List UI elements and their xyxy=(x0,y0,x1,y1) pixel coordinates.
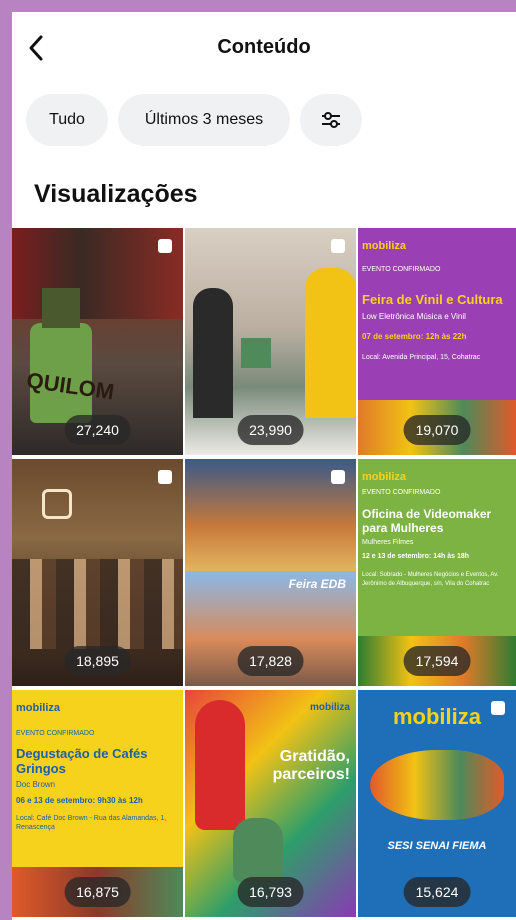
content-screen: Conteúdo Tudo Últimos 3 meses Visualizaç… xyxy=(12,12,516,920)
person-yellow-shirt xyxy=(305,268,356,418)
post-grid: QUILOM 27,240 23,990 mobiliza EVENTO CON… xyxy=(12,228,516,917)
view-count: 17,594 xyxy=(403,646,471,676)
gift-bag xyxy=(241,338,271,368)
poster-date: 12 e 13 de setembro: 14h às 18h xyxy=(362,553,469,560)
poster-subtitle: Doc Brown xyxy=(16,780,56,789)
mask-figure xyxy=(233,818,283,882)
sliders-icon xyxy=(322,112,340,128)
poster-subtitle: Low Eletrônica Música e Vinil xyxy=(362,312,466,321)
poster-subtitle: Mulheres Filmes xyxy=(362,539,414,546)
post-tile[interactable]: mobiliza EVENTO CONFIRMADO Oficina de Vi… xyxy=(358,459,516,686)
poster-location: Local: Avenida Principal, 15, Cohatrac xyxy=(362,354,481,361)
multiple-images-icon xyxy=(158,470,172,484)
poster-location: Local: Sobrado - Mulheres Negócios e Eve… xyxy=(362,572,499,587)
view-count: 27,240 xyxy=(64,415,131,445)
view-count: 16,793 xyxy=(237,877,304,907)
view-count: 17,828 xyxy=(237,646,304,676)
poster-brand: mobiliza xyxy=(309,702,350,713)
post-tile[interactable]: 23,990 xyxy=(185,228,356,455)
poster-headline: Oficina de Videomaker para Mulheres xyxy=(362,507,492,535)
view-count: 18,895 xyxy=(64,646,131,676)
view-count: 23,990 xyxy=(237,415,304,445)
multiple-images-icon xyxy=(158,239,172,253)
filter-settings-button[interactable] xyxy=(300,94,362,146)
view-count: 16,875 xyxy=(64,877,131,907)
poster-headline: Gratidão, parceiros! xyxy=(272,748,350,783)
poster-brand: mobiliza xyxy=(362,240,407,252)
fish-art xyxy=(370,750,504,820)
post-tile[interactable]: mobiliza Gratidão, parceiros! 16,793 xyxy=(185,690,356,917)
filter-all-chip[interactable]: Tudo xyxy=(26,94,108,146)
poster-badge: EVENTO CONFIRMADO xyxy=(16,730,95,737)
photo-caption: Feira EDB xyxy=(288,577,346,591)
post-tile[interactable]: QUILOM 27,240 xyxy=(12,228,183,455)
poster-sponsors: SESI SENAI FIEMA xyxy=(387,840,487,852)
multiple-images-icon xyxy=(331,470,345,484)
post-tile[interactable]: Feira EDB 17,828 xyxy=(185,459,356,686)
post-tile[interactable]: 18,895 xyxy=(12,459,183,686)
person-dark xyxy=(193,288,233,418)
poster-brand: mobiliza xyxy=(362,471,407,483)
filter-bar: Tudo Últimos 3 meses xyxy=(26,94,362,146)
filter-period-chip[interactable]: Últimos 3 meses xyxy=(118,94,290,146)
poster-badge: EVENTO CONFIRMADO xyxy=(362,266,441,273)
poster-headline: Degustação de Cafés Gringos xyxy=(16,746,148,776)
poster-badge: EVENTO CONFIRMADO xyxy=(362,489,441,496)
multiple-images-icon xyxy=(331,239,345,253)
view-count: 19,070 xyxy=(403,415,471,445)
poster-location: Local: Café Doc Brown - Rua das Alamanda… xyxy=(16,815,167,831)
poster-date: 06 e 13 de setembro: 9h30 às 12h xyxy=(16,796,143,805)
poster-headline: Feira de Vinil e Cultura xyxy=(362,292,503,307)
post-tile[interactable]: mobiliza EVENTO CONFIRMADO Degustação de… xyxy=(12,690,183,917)
ibis-bird xyxy=(195,700,245,830)
page-title: Conteúdo xyxy=(217,36,311,58)
post-tile[interactable]: mobiliza SESI SENAI FIEMA 15,624 xyxy=(358,690,516,917)
post-tile[interactable]: mobiliza EVENTO CONFIRMADO Feira de Vini… xyxy=(358,228,516,455)
neon-sign xyxy=(42,489,72,519)
header: Conteúdo xyxy=(12,12,516,86)
poster-brand: mobiliza xyxy=(16,702,61,714)
poster-date: 07 de setembro: 12h às 22h xyxy=(362,332,467,341)
section-title: Visualizações xyxy=(34,180,198,208)
bottle-neck xyxy=(42,288,80,328)
multiple-images-icon xyxy=(491,701,505,715)
view-count: 15,624 xyxy=(403,877,471,907)
crowd xyxy=(12,559,183,649)
